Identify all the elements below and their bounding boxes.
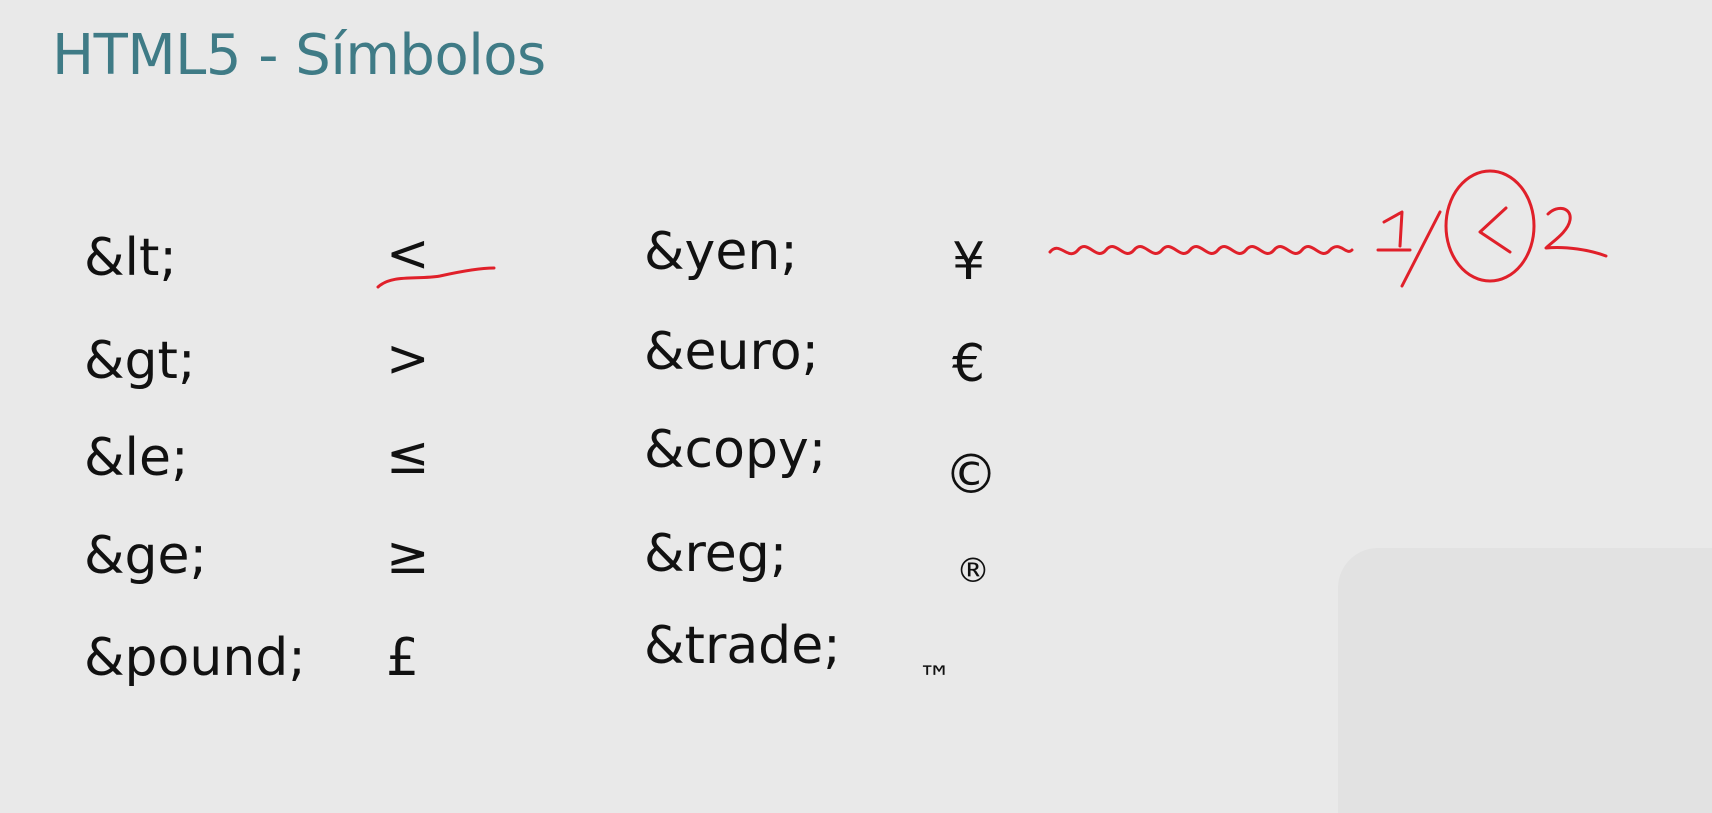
symbol-trade: ™ [918,659,952,699]
symbol-lt: < [386,224,430,284]
entity-ge: &ge; [84,526,208,586]
symbol-copy: © [944,443,998,506]
symbol-pound: £ [386,628,420,688]
entity-pound: &pound; [84,628,306,688]
symbol-reg: ® [956,551,990,591]
ink-inner-lt [1478,206,1512,254]
entity-euro: &euro; [644,322,820,382]
slide-title: HTML5 - Símbolos [52,23,546,88]
entity-gt: &gt; [84,331,196,391]
ink-slash [1400,210,1442,288]
entity-le: &le; [84,428,189,488]
symbol-le: ≤ [386,426,430,486]
symbol-ge: ≥ [386,526,430,586]
entity-reg: &reg; [644,524,788,584]
lower-right-panel [1338,548,1712,813]
symbol-yen: ¥ [952,232,986,292]
slide: HTML5 - Símbolos &lt; < &gt; > &le; ≤ &g… [0,0,1712,813]
symbol-euro: € [952,334,986,394]
ink-wavy-line [1048,245,1354,256]
ink-digit-one [1382,210,1404,248]
entity-trade: &trade; [644,616,841,676]
entity-lt: &lt; [84,228,177,288]
entity-copy: &copy; [644,420,827,480]
entity-yen: &yen; [644,222,798,282]
symbol-gt: > [386,329,430,389]
ink-digit-two [1544,206,1608,258]
ink-circle [1444,169,1536,283]
